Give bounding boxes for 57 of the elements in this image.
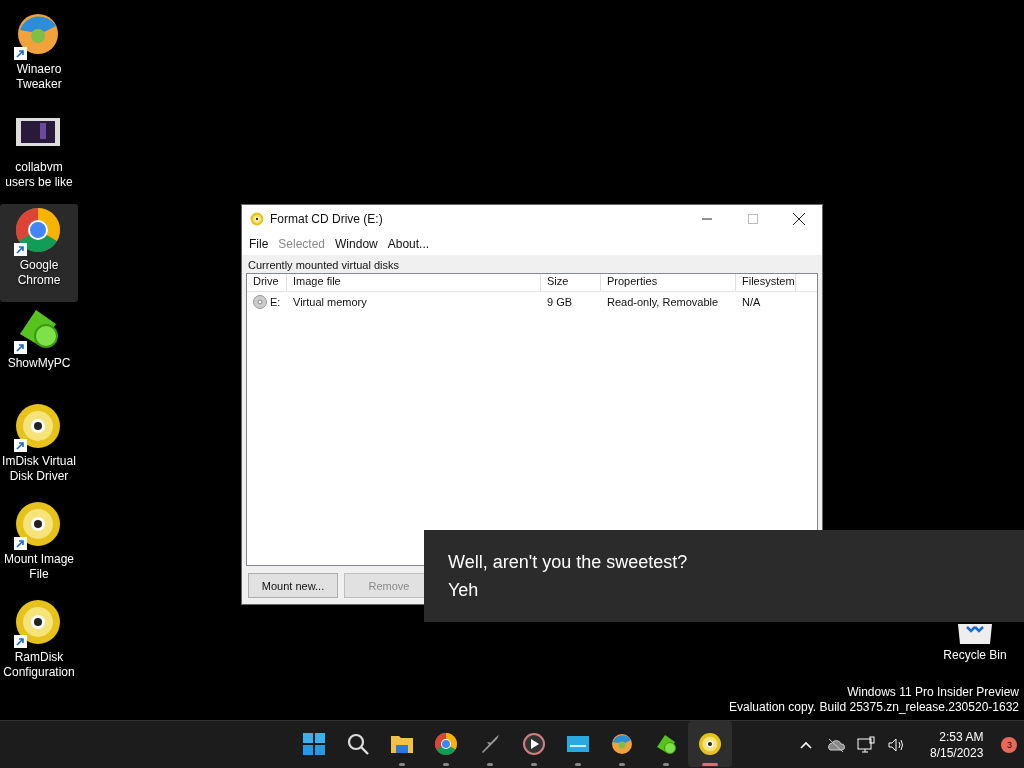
table-cell-text: N/A	[741, 296, 762, 308]
desktop-icon[interactable]: Google Chrome	[0, 204, 78, 302]
taskbar-button[interactable]	[688, 721, 732, 767]
desktop-icon-label: Mount Image File	[2, 552, 75, 582]
menu-item[interactable]: File	[244, 237, 274, 251]
column-header[interactable]: Size	[541, 274, 601, 291]
desktop-icon-label: ShowMyPC	[6, 356, 72, 371]
desktop-icon[interactable]: Winaero Tweaker	[0, 8, 78, 106]
desktop-icon-label: ImDisk Virtual Disk Driver	[1, 454, 77, 484]
column-header[interactable]: Image file	[287, 274, 541, 291]
clock-time: 2:53 AM	[939, 729, 984, 745]
toast-text: Well, aren't you the sweetest?	[448, 551, 689, 574]
network-icon[interactable]	[856, 735, 876, 755]
maximize-icon	[748, 214, 758, 224]
desktop-icon-label: collabvm users be like	[4, 160, 74, 190]
column-header[interactable]: Properties	[601, 274, 736, 291]
notification-badge[interactable]: 3	[1001, 737, 1018, 753]
play-icon	[522, 732, 546, 756]
build-info-text: Windows 11 Pro Insider Preview	[847, 685, 1019, 700]
table-cell-text: Read-only, Removable	[606, 296, 720, 308]
column-header[interactable]: Drive	[247, 274, 287, 291]
disc-icon	[250, 212, 264, 226]
monitor-globe-icon	[654, 732, 678, 756]
table-cell: E:	[247, 295, 287, 309]
table-cell-text: Virtual memory	[292, 296, 368, 308]
desktop-icon-label: Recycle Bin	[943, 648, 1007, 662]
chrome-logo-icon	[14, 206, 62, 254]
dialog-button[interactable]: Mount new...	[248, 573, 338, 598]
disc-icon	[698, 732, 722, 756]
desktop-icon-label: Winaero Tweaker	[15, 62, 63, 92]
desktop-icon-label: RamDisk Configuration	[2, 650, 76, 680]
desktop-icon[interactable]: collabvm users be like	[0, 106, 78, 204]
disc-icon	[14, 598, 62, 646]
desktop-icon[interactable]: ShowMyPC	[0, 302, 78, 400]
swirl-logo-icon	[610, 732, 634, 756]
clock-date: 8/15/2023	[930, 745, 984, 761]
disc-icon	[14, 500, 62, 548]
table-cell-text: 9 GB	[546, 296, 574, 308]
windows-logo-icon	[302, 732, 326, 756]
desktop-icon[interactable]: ImDisk Virtual Disk Driver	[0, 400, 78, 498]
desktop-icon[interactable]: RamDisk Configuration	[0, 596, 78, 694]
window-title: Format CD Drive (E:)	[270, 212, 384, 226]
minimize-icon	[702, 218, 712, 220]
desktop-icon[interactable]: Mount Image File	[0, 498, 78, 596]
close-icon	[793, 213, 805, 225]
build-info-text: Evaluation copy. Build 25375.zn_release.230520-1632	[729, 700, 1019, 715]
toast-text: Yeh	[448, 579, 480, 602]
menu-item[interactable]: About...	[382, 237, 435, 251]
chrome-logo-icon	[434, 732, 458, 756]
recycle-bin-icon	[958, 624, 992, 644]
section-label: Currently mounted virtual disks	[247, 258, 400, 273]
menu-item[interactable]: Window	[330, 237, 383, 251]
search-icon	[346, 732, 370, 756]
disc-icon	[253, 295, 267, 309]
desktop-icon-label: Google Chrome	[16, 258, 62, 288]
disc-icon	[14, 402, 62, 450]
column-header[interactable]: Filesystem	[736, 274, 796, 291]
